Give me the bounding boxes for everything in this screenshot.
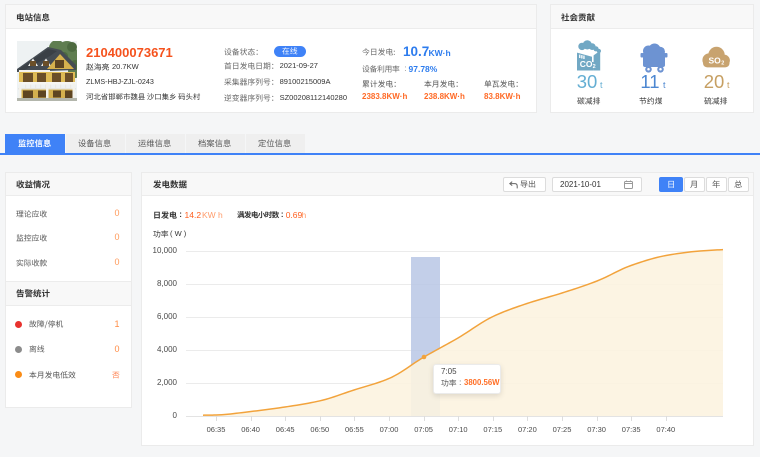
svg-text:2: 2 (721, 61, 724, 67)
svg-text:SO: SO (709, 56, 722, 66)
svg-text:CO: CO (580, 59, 593, 69)
